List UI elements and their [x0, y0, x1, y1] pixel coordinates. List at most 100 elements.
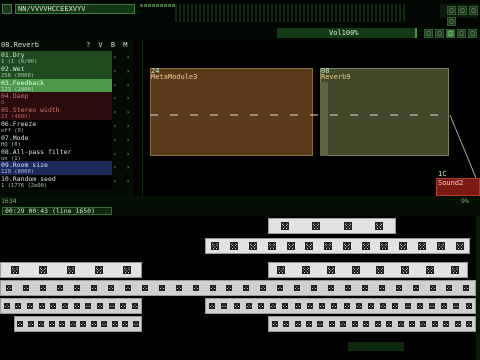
pattern-block[interactable]: [205, 298, 476, 314]
control-label[interactable]: 09.Room size: [0, 161, 112, 170]
pattern-glyph-icon: [122, 321, 129, 327]
pattern-glyph-icon: [108, 303, 115, 309]
control-arrows[interactable]: ‹ ›: [112, 79, 134, 93]
metamodule-node-header: 24 MetaModule3: [150, 68, 313, 82]
pattern-glyph-icon: [306, 303, 313, 309]
pattern-glyph-icon: [62, 303, 69, 309]
control-label[interactable]: 08.All-pass filter: [0, 147, 112, 156]
pattern-glyph-icon: [443, 321, 450, 327]
toolbar-button-2[interactable]: □: [458, 6, 467, 15]
volume-field[interactable]: Vol100%: [277, 28, 417, 38]
menu-icon[interactable]: [2, 4, 12, 14]
pattern-block[interactable]: [0, 280, 476, 296]
pattern-glyph-icon: [429, 285, 436, 291]
pattern-glyph-icon: [374, 321, 381, 327]
pattern-glyph-icon: [270, 303, 277, 309]
timeline-scrollbar[interactable]: [476, 216, 480, 360]
pattern-glyph-icon: [111, 321, 118, 327]
waveform-scope: [175, 4, 405, 22]
control-label[interactable]: 02.Wet: [0, 64, 112, 73]
play-mode-button[interactable]: □: [424, 29, 433, 38]
pattern-glyph-icon: [11, 266, 19, 274]
control-arrows[interactable]: ‹ ›: [112, 175, 134, 189]
song-name-field[interactable]: NN/VVVVHCCEEXVYV: [15, 4, 135, 14]
status-bar: [0, 196, 480, 206]
pattern-glyph-icon: [465, 303, 472, 309]
timeline-scroll-handle[interactable]: [348, 342, 404, 351]
control-arrows[interactable]: ‹ ›: [112, 65, 134, 79]
panel-divider: [142, 40, 143, 196]
loop-button[interactable]: □: [435, 29, 444, 38]
pattern-block[interactable]: [0, 298, 142, 314]
pattern-glyph-icon: [367, 303, 374, 309]
pattern-glyph-icon: [50, 303, 57, 309]
pattern-glyph-icon: [283, 321, 290, 327]
control-arrows[interactable]: ‹ ›: [112, 92, 134, 106]
module-flags[interactable]: ? V B M S: [86, 41, 134, 58]
control-label[interactable]: 01.Dry: [0, 51, 112, 59]
pattern-block[interactable]: [268, 218, 396, 234]
pattern-glyph-icon: [311, 285, 318, 291]
pattern-glyph-icon: [343, 222, 352, 230]
play-button[interactable]: □: [446, 29, 455, 38]
pattern-glyph-icon: [302, 266, 311, 274]
pattern-glyph-icon: [342, 242, 351, 250]
pattern-glyph-icon: [260, 285, 267, 291]
toolbar-button-1[interactable]: □: [447, 6, 456, 15]
pattern-glyph-icon: [233, 303, 240, 309]
control-label[interactable]: 03.Feedback: [0, 78, 112, 87]
pattern-glyph-icon: [378, 285, 385, 291]
pattern-glyph-icon: [15, 303, 22, 309]
pattern-block[interactable]: [14, 316, 142, 332]
pattern-glyph-icon: [27, 303, 34, 309]
pattern-block[interactable]: [268, 316, 476, 332]
pattern-glyph-icon: [446, 285, 453, 291]
pattern-glyph-icon: [23, 285, 30, 291]
pattern-glyph-icon: [425, 266, 434, 274]
record-button[interactable]: □: [468, 29, 477, 38]
pattern-glyph-icon: [107, 285, 114, 291]
sound-name: Sound2: [438, 179, 464, 187]
pattern-glyph-icon: [38, 321, 45, 327]
control-label[interactable]: 04.Damp: [0, 92, 112, 101]
pattern-glyph-icon: [355, 303, 362, 309]
control-arrows[interactable]: ‹ ›: [112, 106, 134, 120]
pattern-glyph-icon: [416, 303, 423, 309]
time-position-field[interactable]: 00:29 00:43 (line 1650): [2, 207, 112, 215]
pattern-glyph-icon: [351, 321, 358, 327]
control-arrows[interactable]: ‹ ›: [112, 51, 134, 65]
pattern-glyph-icon: [380, 303, 387, 309]
pattern-glyph-icon: [243, 285, 250, 291]
pattern-glyph-icon: [132, 303, 139, 309]
pattern-block[interactable]: [0, 262, 142, 278]
toolbar-button-4[interactable]: □: [447, 17, 456, 26]
control-label[interactable]: 05.Stereo width: [0, 106, 112, 115]
pattern-glyph-icon: [85, 303, 92, 309]
toolbar-button-3[interactable]: □: [469, 6, 478, 15]
pattern-glyph-icon: [221, 303, 228, 309]
control-arrows[interactable]: ‹ ›: [112, 148, 134, 162]
pattern-glyph-icon: [327, 285, 334, 291]
control-label[interactable]: 07.Mode: [0, 133, 112, 142]
pattern-glyph-icon: [120, 303, 127, 309]
pattern-glyph-icon: [453, 303, 460, 309]
control-arrows[interactable]: ‹ ›: [112, 120, 134, 134]
control-label[interactable]: 06.Freeze: [0, 120, 112, 128]
control-arrows[interactable]: ‹ ›: [112, 161, 134, 175]
control-label[interactable]: 10.Random seed: [0, 175, 112, 184]
pattern-block[interactable]: [205, 238, 470, 254]
pattern-glyph-icon: [450, 266, 459, 274]
pattern-glyph-icon: [294, 303, 301, 309]
pattern-glyph-icon: [317, 321, 324, 327]
sound-node[interactable]: 1C Sound2: [436, 171, 480, 196]
pattern-glyph-icon: [328, 321, 335, 327]
control-arrows[interactable]: ‹ ›: [112, 134, 134, 148]
pattern-glyph-icon: [361, 242, 370, 250]
pattern-glyph-icon: [429, 303, 436, 309]
pattern-block[interactable]: [268, 262, 468, 278]
pattern-glyph-icon: [376, 266, 385, 274]
pattern-glyph-icon: [395, 285, 402, 291]
pattern-glyph-icon: [74, 285, 81, 291]
pattern-glyph-icon: [312, 222, 321, 230]
stop-button[interactable]: □: [457, 29, 466, 38]
